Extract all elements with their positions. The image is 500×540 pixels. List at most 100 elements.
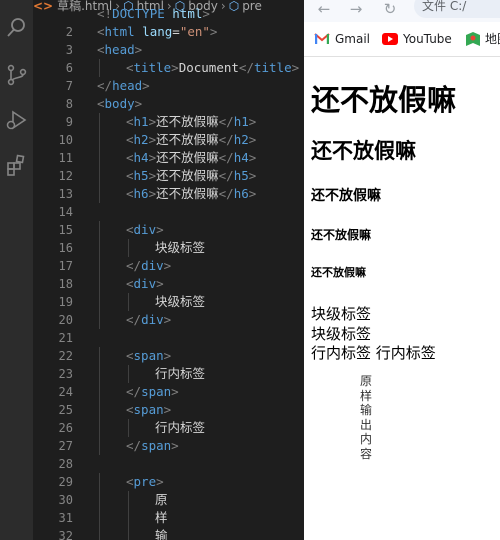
reload-icon[interactable]: ↻ [380,0,400,18]
line-number: 9 [65,115,73,129]
indent-guide [99,131,100,149]
code-text: <html lang="en"> [97,24,218,39]
code-line[interactable]: 11 <h4>还不放假嘛</h4> [33,149,304,167]
code-line[interactable]: 31 样 [33,509,304,527]
indent-guide [99,239,100,257]
line-number: 26 [58,421,73,435]
code-text: 样 [155,510,168,525]
line-number: 20 [58,313,73,327]
pre-char: 样 [360,388,373,403]
line-number: 18 [58,277,73,291]
line-number: 10 [58,133,73,147]
code-line[interactable]: 25 <span> [33,401,304,419]
code-line[interactable]: 9 <h1>还不放假嘛</h1> [33,113,304,131]
line-number: 32 [58,529,73,540]
code-line[interactable]: 29 <pre> [33,473,304,491]
code-line[interactable]: 14 [33,203,304,221]
indent-guide [128,365,129,383]
line-number: 31 [58,511,73,525]
page-heading-h4: 还不放假嘛 [311,188,381,204]
code-line[interactable]: 15 <div> [33,221,304,239]
code-editor[interactable]: <> 草稿.html › ⬡ html › ⬡ body › ⬡ pre <!DOCTYPE htm… [33,0,304,540]
line-number: 2 [65,25,73,39]
back-arrow-icon[interactable]: ← [314,0,334,18]
code-line[interactable]: 22 <span> [33,347,304,365]
code-line[interactable]: 8 <body> [33,95,304,113]
browser-window: ← → ↻ 文件 C:/ Gmail YouTube 地图 还不放假嘛 还不放假… [304,0,500,540]
bookmark-gmail[interactable]: Gmail [314,31,370,47]
bookmark-youtube[interactable]: YouTube [382,31,452,47]
line-number: 16 [58,241,73,255]
code-line[interactable]: 23 行内标签 [33,365,304,383]
code-line[interactable]: 10 <h2>还不放假嘛</h2> [33,131,304,149]
line-number: 7 [65,79,73,93]
indent-guide [128,419,129,437]
code-text: <title>Document</title> [126,60,300,75]
search-icon[interactable] [0,12,33,42]
pre-char: 出 [360,417,373,432]
indent-guide [99,401,100,419]
code-line[interactable]: 26 行内标签 [33,419,304,437]
indent-guide [128,527,129,540]
line-number: 30 [58,493,73,507]
forward-arrow-icon[interactable]: → [346,0,366,18]
code-line[interactable]: 19 块级标签 [33,293,304,311]
line-number: 13 [58,187,73,201]
code-line[interactable]: 27 </span> [33,437,304,455]
bookmark-label: YouTube [403,32,452,46]
extensions-icon[interactable] [0,150,33,180]
indent-guide [99,509,100,527]
line-number: 11 [58,151,73,165]
line-number: 29 [58,475,73,489]
code-line[interactable]: 21 [33,329,304,347]
code-line[interactable]: 24 </span> [33,383,304,401]
bookmark-label: 地图 [485,32,500,46]
indent-guide [99,149,100,167]
code-line[interactable]: 16 块级标签 [33,239,304,257]
bookmark-maps[interactable]: 地图 [466,31,500,47]
line-number: 17 [58,259,73,273]
page-heading-h5: 还不放假嘛 [311,228,372,242]
line-number: 14 [58,205,73,219]
line-number: 21 [58,331,73,345]
page-heading-h2: 还不放假嘛 [311,139,416,163]
code-line[interactable]: 28 [33,455,304,473]
code-line[interactable]: 6 <title>Document</title> [33,59,304,77]
indent-guide [99,293,100,311]
pre-char: 原 [360,374,373,388]
source-control-icon[interactable] [0,60,33,90]
code-text: <body> [97,96,143,111]
code-text: <h2>还不放假嘛</h2> [126,132,257,147]
maps-icon [466,32,480,46]
line-number: 24 [58,385,73,399]
address-bar[interactable]: 文件 C:/ [414,0,500,18]
code-line[interactable]: 20 </div> [33,311,304,329]
indent-guide [99,257,100,275]
code-text: </div> [126,258,172,273]
line-number: 22 [58,349,73,363]
code-text: <h5>还不放假嘛</h5> [126,168,257,183]
code-text: 行内标签 [155,420,206,435]
code-line[interactable]: 3 <head> [33,41,304,59]
run-debug-icon[interactable] [0,105,33,135]
code-text: </div> [126,312,172,327]
code-line[interactable]: 7 </head> [33,77,304,95]
code-line[interactable]: 12 <h5>还不放假嘛</h5> [33,167,304,185]
line-number: 19 [58,295,73,309]
code-text: <div> [126,222,164,237]
code-line[interactable]: <!DOCTYPE html> [33,5,304,23]
code-text: </span> [126,384,179,399]
code-line[interactable]: 13 <h6>还不放假嘛</h6> [33,185,304,203]
code-line[interactable]: 30 原 [33,491,304,509]
indent-guide [99,527,100,540]
code-line[interactable]: 2 <html lang="en"> [33,23,304,41]
code-line[interactable]: 18 <div> [33,275,304,293]
code-text: <span> [126,402,172,417]
pre-char: 容 [360,446,373,461]
block-div-1: 块级标签 [311,305,372,323]
code-line[interactable]: 17 </div> [33,257,304,275]
indent-guide [99,185,100,203]
indent-guide [99,221,100,239]
line-number: 15 [58,223,73,237]
code-line[interactable]: 32 输 [33,527,304,540]
